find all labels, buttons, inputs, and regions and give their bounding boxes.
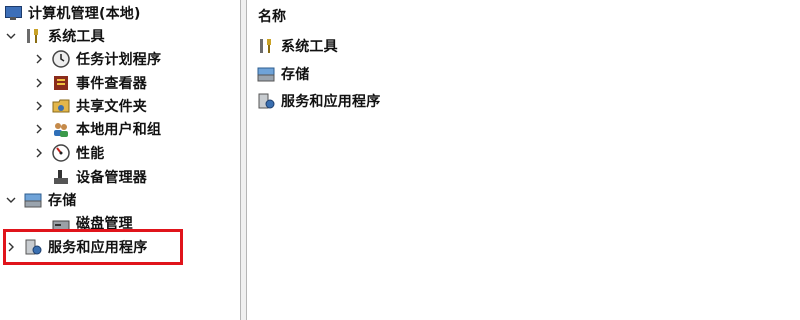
chevron-right-icon[interactable] bbox=[32, 48, 46, 70]
list-item-label: 服务和应用程序 bbox=[281, 94, 381, 110]
chevron-down-icon[interactable] bbox=[4, 189, 18, 211]
users-icon bbox=[52, 120, 70, 138]
computer-management-icon bbox=[4, 4, 22, 22]
list-item[interactable]: 服务和应用程序 bbox=[257, 90, 380, 112]
tree-item-task-scheduler[interactable]: 任务计划程序 bbox=[32, 48, 161, 70]
tree-item-label: 事件查看器 bbox=[76, 76, 147, 92]
chevron-right-icon[interactable] bbox=[32, 142, 46, 164]
tree-item-storage[interactable]: 存储 bbox=[4, 189, 76, 211]
storage-icon bbox=[257, 65, 275, 83]
tree-item-label: 系统工具 bbox=[48, 29, 105, 45]
tree-item-device-manager[interactable]: 设备管理器 bbox=[52, 166, 147, 188]
services-icon bbox=[257, 92, 275, 110]
chevron-right-icon[interactable] bbox=[32, 118, 46, 140]
tree-item-event-viewer[interactable]: 事件查看器 bbox=[32, 72, 147, 94]
details-list: 名称 系统工具 存储 服务和应用程序 bbox=[247, 0, 800, 320]
pane-splitter[interactable] bbox=[240, 0, 247, 320]
event-viewer-icon bbox=[52, 74, 70, 92]
tree-item-label: 设备管理器 bbox=[76, 170, 147, 186]
navigation-tree: 计算机管理(本地) 系统工具 任务计划程序 事件查看器 共享文件夹 本地用户和组… bbox=[0, 0, 240, 320]
tree-item-label: 存储 bbox=[48, 193, 77, 209]
performance-icon bbox=[52, 144, 70, 162]
storage-icon bbox=[24, 191, 42, 209]
shared-folder-icon bbox=[52, 97, 70, 115]
tools-icon bbox=[24, 27, 42, 45]
list-item-label: 系统工具 bbox=[281, 39, 338, 55]
device-manager-icon bbox=[52, 168, 70, 186]
tree-item-label: 计算机管理(本地) bbox=[28, 6, 141, 22]
tree-item-shared-folders[interactable]: 共享文件夹 bbox=[32, 95, 147, 117]
column-header-name[interactable]: 名称 bbox=[258, 6, 286, 26]
tree-item-performance[interactable]: 性能 bbox=[32, 142, 104, 164]
list-item[interactable]: 存储 bbox=[257, 63, 309, 85]
tree-item-label: 共享文件夹 bbox=[76, 99, 147, 115]
list-item[interactable]: 系统工具 bbox=[257, 35, 338, 57]
list-item-label: 存储 bbox=[281, 67, 310, 83]
tree-item-label: 任务计划程序 bbox=[76, 52, 162, 68]
chevron-right-icon[interactable] bbox=[32, 95, 46, 117]
tree-item-local-users[interactable]: 本地用户和组 bbox=[32, 118, 161, 140]
tree-item-computer-management[interactable]: 计算机管理(本地) bbox=[4, 2, 141, 24]
tree-item-system-tools[interactable]: 系统工具 bbox=[4, 25, 105, 47]
tree-item-label: 性能 bbox=[76, 146, 105, 162]
clock-icon bbox=[52, 50, 70, 68]
tools-icon bbox=[257, 37, 275, 55]
highlight-box bbox=[3, 229, 183, 265]
chevron-down-icon[interactable] bbox=[4, 25, 18, 47]
chevron-right-icon[interactable] bbox=[32, 72, 46, 94]
tree-item-label: 本地用户和组 bbox=[76, 122, 162, 138]
